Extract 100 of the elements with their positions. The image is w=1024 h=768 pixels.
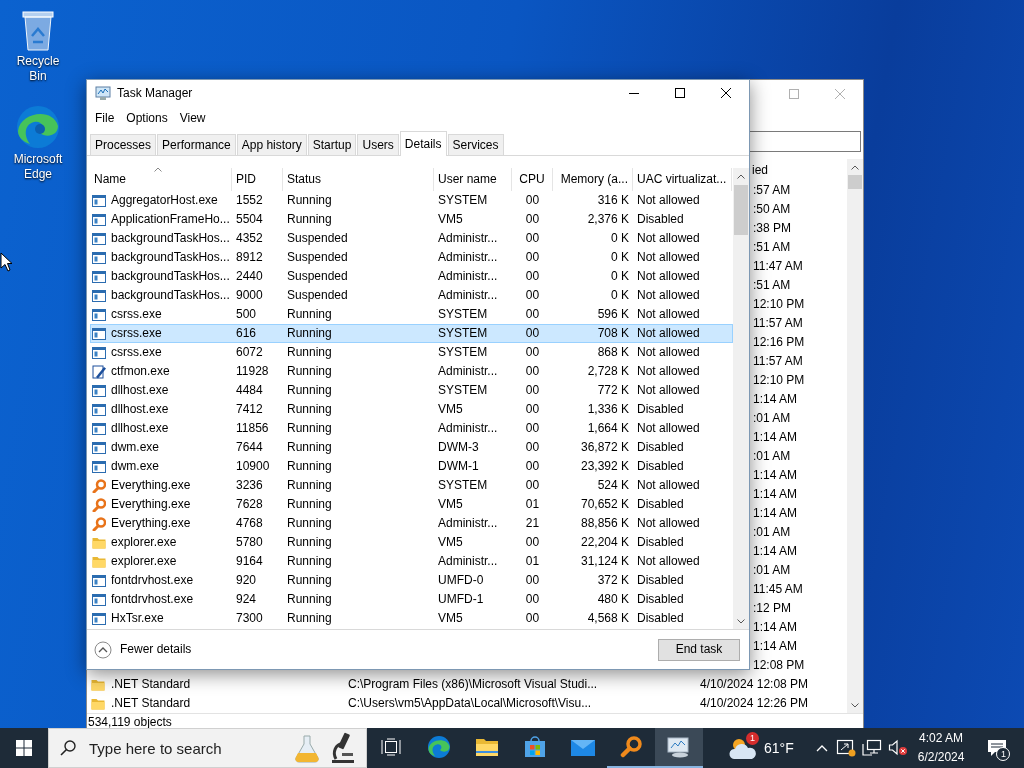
clock-time[interactable]: 4:02 AM [917, 729, 965, 748]
flask-icon [293, 734, 321, 764]
notification-count: 1 [996, 747, 1011, 761]
table-cell: 00 [525, 402, 540, 417]
maximize-icon [789, 89, 799, 99]
tab[interactable]: Performance [157, 134, 236, 155]
temperature[interactable]: 61°F [764, 739, 794, 757]
window-icon [92, 574, 106, 587]
table-cell: SYSTEM [438, 478, 488, 493]
menu-item[interactable]: Options [120, 110, 174, 126]
table-cell: 1,336 K [587, 402, 629, 417]
window-icon [92, 612, 106, 625]
chevron-up-icon [815, 744, 828, 752]
date-modified: 11:57 AM [753, 316, 803, 331]
menu-item[interactable]: File [89, 110, 121, 126]
magnifier-icon [92, 516, 106, 531]
tab[interactable]: Users [357, 134, 399, 155]
scrollbar-thumb[interactable] [848, 175, 862, 189]
table-cell: Running [287, 193, 332, 208]
tab[interactable]: Details [399, 131, 447, 156]
table-cell: Not allowed [637, 364, 700, 379]
table-cell: 00 [525, 573, 540, 588]
table-cell: 00 [525, 440, 540, 455]
column-header[interactable]: Status [287, 172, 322, 187]
table-cell: Not allowed [637, 193, 700, 208]
search-field[interactable] [749, 131, 861, 152]
column-header[interactable]: PID [236, 172, 256, 187]
table-cell: 88,856 K [580, 516, 629, 531]
window-icon [92, 232, 106, 245]
close-icon [835, 89, 845, 99]
table-cell: 596 K [597, 307, 629, 322]
table-cell: Not allowed [637, 383, 700, 398]
table-cell: 9000 [236, 288, 263, 303]
table-cell: 868 K [597, 345, 629, 360]
table-cell: Running [287, 212, 332, 227]
column-header[interactable]: Memory (a... [560, 172, 628, 187]
column-header[interactable]: CPU [519, 172, 545, 187]
table-cell: 00 [525, 193, 540, 208]
status-text: 534,119 objects [88, 715, 172, 728]
table-cell: Running [287, 554, 332, 569]
window-icon [92, 593, 106, 606]
scrollbar-track[interactable] [733, 168, 749, 629]
fewer-details-button[interactable]: Fewer details [94, 640, 192, 659]
table-cell: fontdrvhost.exe [111, 573, 194, 588]
column-header[interactable]: ied [752, 162, 768, 178]
table-cell: 00 [525, 592, 540, 607]
table-cell: 00 [525, 250, 540, 265]
date-modified: :01 AM [753, 411, 791, 426]
table-cell: 6072 [236, 345, 263, 360]
table-cell: VM5 [438, 535, 463, 550]
window-icon [92, 194, 106, 207]
clock-date[interactable]: 6/2/2024 [917, 748, 965, 767]
selected-row[interactable]: csrss.exe 616 Running SYSTEM 00 708 K Not allowed [90, 324, 733, 343]
date-modified: 1:14 AM [753, 430, 798, 445]
table-cell: 316 K [597, 193, 629, 208]
table-cell: Not allowed [637, 421, 700, 436]
tab[interactable]: App history [236, 134, 307, 155]
table-cell: 7644 [236, 440, 263, 455]
column-header[interactable]: User name [438, 172, 497, 187]
table-cell: VM5 [438, 402, 463, 417]
table-cell: Administr... [438, 516, 498, 531]
column-header[interactable]: UAC virtualizat... [637, 172, 727, 187]
magnifier-icon [92, 478, 106, 493]
date-modified: 12:16 PM [753, 335, 805, 350]
end-task-button[interactable]: End task [658, 638, 740, 661]
scrollbar-track[interactable] [847, 159, 863, 713]
table-cell: 2440 [236, 269, 263, 284]
store-bag-icon [524, 736, 546, 758]
scrollbar-thumb[interactable] [734, 185, 748, 235]
table-cell: dllhost.exe [111, 383, 169, 398]
column-header[interactable]: Name [94, 172, 126, 187]
table-cell: Not allowed [637, 250, 700, 265]
table-cell: 00 [525, 535, 540, 550]
table-cell: Disabled [637, 535, 684, 550]
chevron-circle-icon [94, 640, 112, 659]
table-cell: 4768 [236, 516, 263, 531]
table-cell: 1552 [236, 193, 263, 208]
monitor-icon [667, 736, 691, 758]
table-cell: Administr... [438, 364, 498, 379]
table-cell: 2,376 K [587, 212, 629, 227]
table-cell: backgroundTaskHos... [111, 269, 230, 284]
menu-item[interactable]: View [173, 110, 212, 126]
table-cell: backgroundTaskHos... [111, 288, 230, 303]
tab[interactable]: Services [447, 134, 504, 155]
tab[interactable]: Startup [307, 134, 357, 155]
table-cell: Not allowed [637, 307, 700, 322]
wired-network-icon[interactable] [861, 739, 882, 757]
browser-icon [15, 104, 61, 150]
taskbar-button[interactable] [655, 728, 703, 768]
table-cell: Not allowed [637, 269, 700, 284]
table-cell: 23,392 K [580, 459, 629, 474]
browser-icon [427, 735, 451, 759]
date-modified: 4/10/2024 12:26 PM [700, 696, 809, 711]
tab[interactable]: Processes [90, 134, 157, 155]
desktop-icon-label[interactable]: Recycle Bin [8, 54, 68, 84]
table-cell: csrss.exe [111, 307, 162, 322]
magnifier-icon [620, 736, 642, 758]
speaker-muted-icon[interactable] [887, 739, 908, 757]
table-cell: 00 [525, 212, 540, 227]
desktop-icon-label[interactable]: Microsoft Edge [8, 152, 68, 182]
